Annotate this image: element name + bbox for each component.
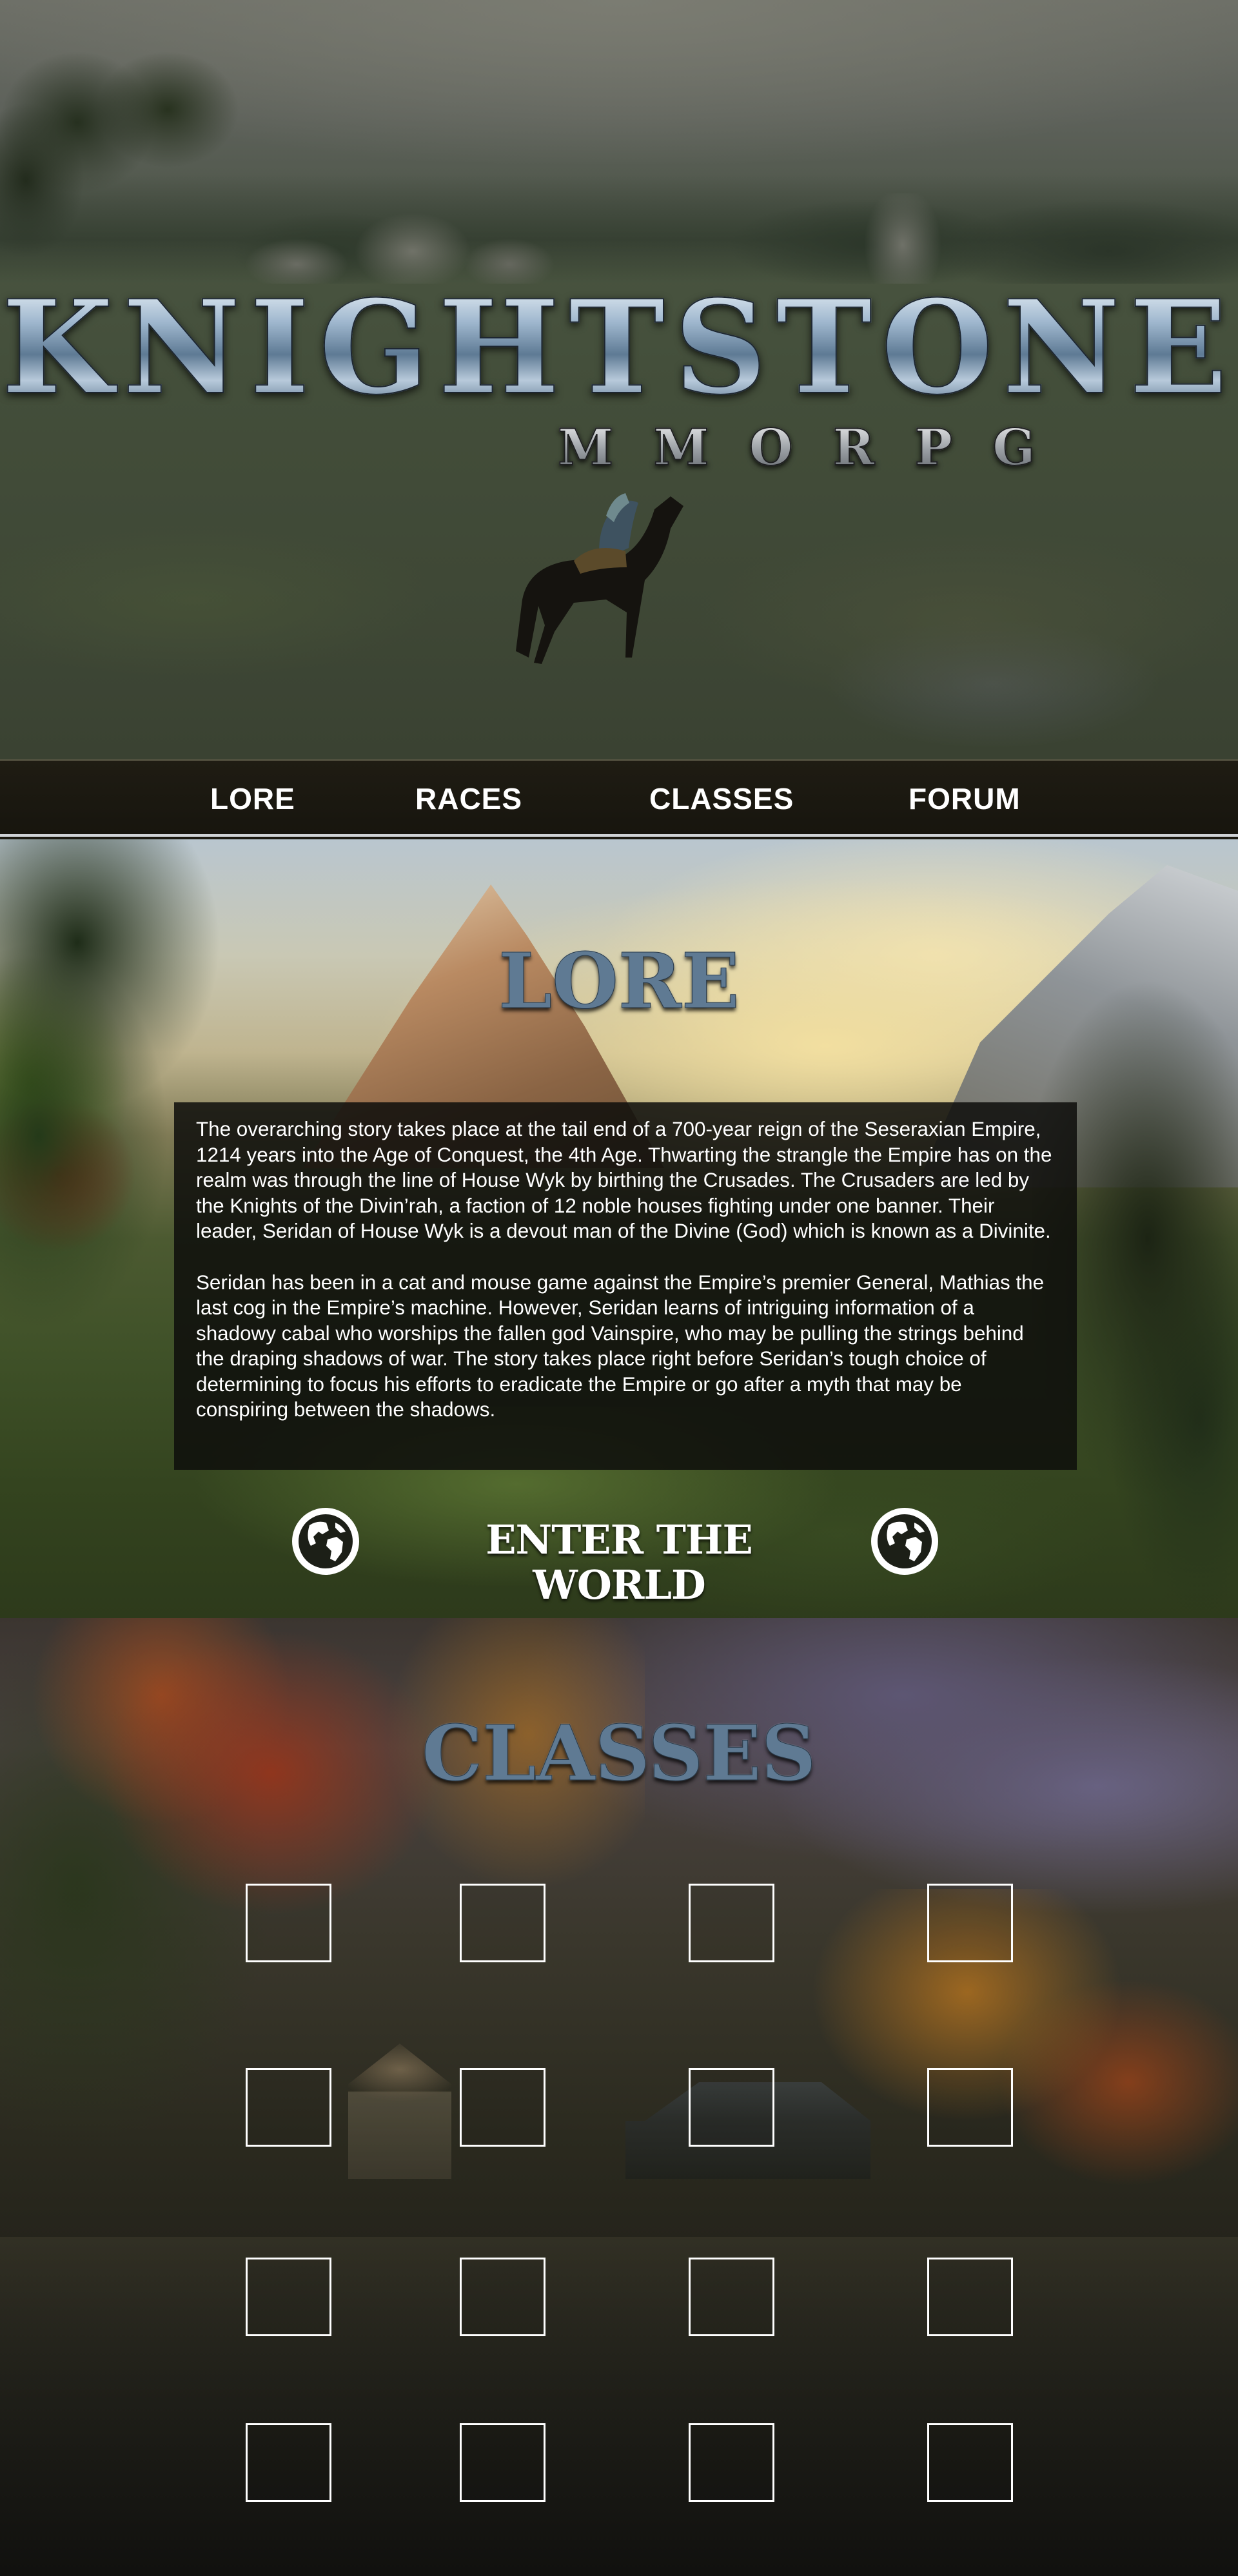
class-slot[interactable]: [246, 1884, 331, 1962]
class-slot[interactable]: [460, 2068, 545, 2147]
class-slot[interactable]: [689, 1884, 774, 1962]
classes-autumn-trees-right: [806, 1889, 1238, 2276]
enter-the-world-label: ENTER THE WORLD: [486, 1516, 752, 1608]
class-slot[interactable]: [460, 1884, 545, 1962]
horse-rider-image: [516, 493, 683, 664]
lore-text-box: The overarching story takes place at the…: [174, 1102, 1077, 1470]
class-slot[interactable]: [927, 2423, 1013, 2502]
nav-link-races[interactable]: RACES: [415, 781, 522, 816]
class-slot[interactable]: [927, 2258, 1013, 2336]
lore-paragraph-1: The overarching story takes place at the…: [196, 1118, 1052, 1242]
classes-lake: [0, 2237, 1238, 2576]
class-slot[interactable]: [246, 2423, 331, 2502]
nav-link-lore[interactable]: LORE: [210, 781, 295, 816]
hero-banner: KNIGHTSTONE MMORPG: [0, 0, 1238, 759]
class-slot[interactable]: [689, 2068, 774, 2147]
classes-section: CLASSES: [0, 1618, 1238, 2576]
class-slot[interactable]: [689, 2423, 774, 2502]
class-slot[interactable]: [460, 2423, 545, 2502]
class-slot[interactable]: [246, 2068, 331, 2147]
globe-icon: [871, 1508, 938, 1575]
main-navigation: LORE RACES CLASSES FORUM: [0, 759, 1238, 837]
classes-title: CLASSES: [422, 1708, 816, 1798]
nav-link-forum[interactable]: FORUM: [909, 781, 1021, 816]
class-slot[interactable]: [689, 2258, 774, 2336]
class-slot[interactable]: [460, 2258, 545, 2336]
class-slot[interactable]: [927, 1884, 1013, 1962]
nav-link-classes[interactable]: CLASSES: [649, 781, 794, 816]
game-logo: KNIGHTSTONE: [0, 283, 1238, 413]
lore-paragraph-2: Seridan has been in a cat and mouse game…: [196, 1271, 1045, 1421]
class-slot[interactable]: [246, 2258, 331, 2336]
lore-title: LORE: [498, 936, 740, 1026]
enter-the-world-button[interactable]: ENTER THE WORLD: [290, 1503, 948, 1608]
globe-icon: [292, 1508, 359, 1575]
hero-standing-stones: [232, 193, 974, 284]
lore-section: LORE The overarching story takes place a…: [0, 839, 1238, 1618]
class-slot[interactable]: [927, 2068, 1013, 2147]
game-logo-subtitle: MMORPG: [557, 418, 1138, 478]
